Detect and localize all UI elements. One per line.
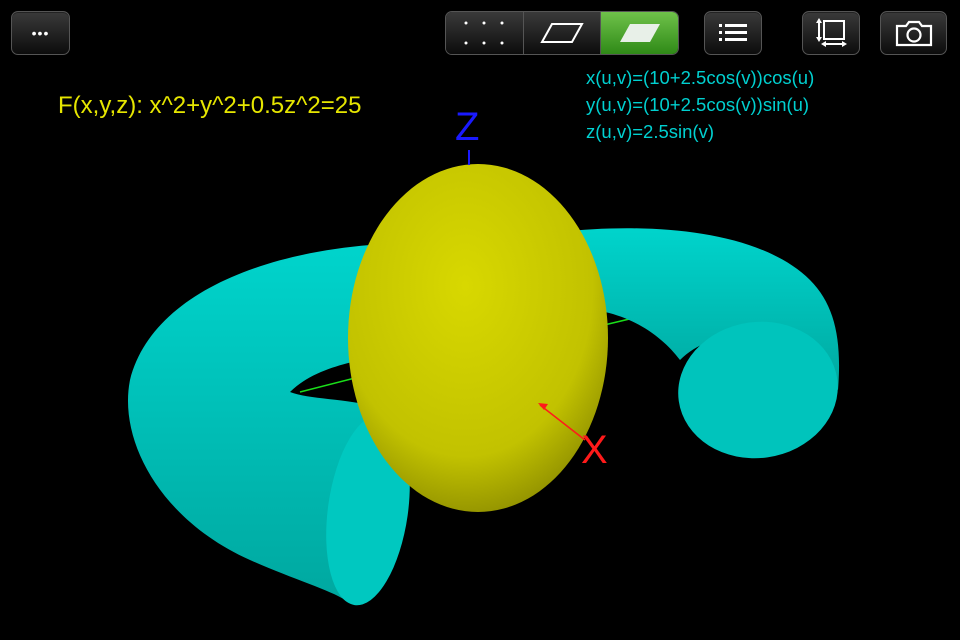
list-icon xyxy=(719,24,747,41)
parametric-equation-x: x(u,v)=(10+2.5cos(v))cos(u) xyxy=(586,67,815,88)
camera-button[interactable] xyxy=(880,11,947,55)
resize-button[interactable] xyxy=(802,11,860,55)
wireframe-mode-button[interactable] xyxy=(523,12,602,54)
implicit-equation: F(x,y,z): x^2+y^2+0.5z^2=25 xyxy=(58,92,362,119)
wireframe-icon xyxy=(540,23,584,43)
x-axis-label: X xyxy=(581,428,608,472)
parametric-equation-z: z(u,v)=2.5sin(v) xyxy=(586,121,714,142)
points-mode-button[interactable] xyxy=(446,12,524,54)
resize-icon xyxy=(816,18,847,47)
y-axis-back xyxy=(299,377,356,393)
ellipsoid-surface xyxy=(348,164,608,512)
solid-icon xyxy=(619,24,660,42)
list-button[interactable] xyxy=(704,11,762,55)
solid-mode-button[interactable] xyxy=(601,12,678,54)
points-icon xyxy=(464,21,504,45)
more-icon: ••• xyxy=(31,25,50,41)
more-button[interactable]: ••• xyxy=(11,11,70,55)
render-mode-selector xyxy=(445,11,679,55)
parametric-equation-y: y(u,v)=(10+2.5cos(v))sin(u) xyxy=(586,94,810,115)
z-axis-label: Z xyxy=(455,105,480,149)
camera-icon xyxy=(895,20,932,47)
